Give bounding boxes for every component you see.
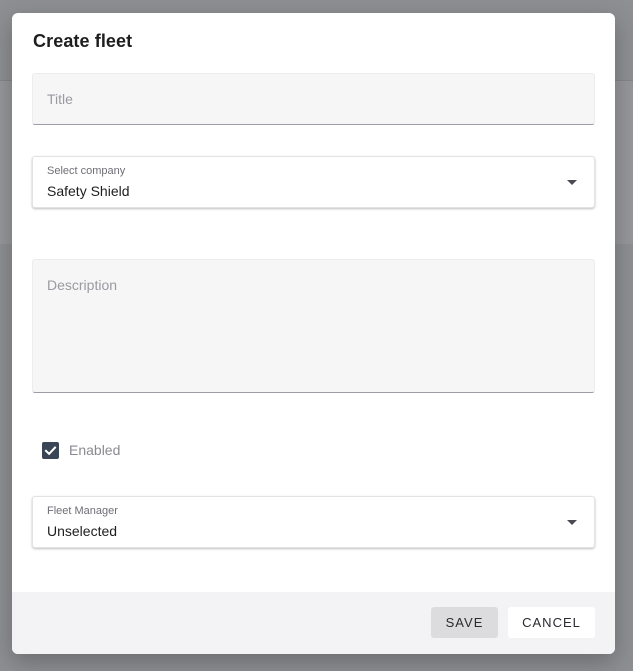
company-select-value: Safety Shield [47,183,130,199]
company-select-label: Select company [47,165,126,177]
title-input[interactable]: Title [32,73,595,125]
dialog-title: Create fleet [33,31,133,51]
company-select[interactable]: Select company Safety Shield [32,156,595,208]
fleet-manager-select[interactable]: Fleet Manager Unselected [32,496,595,548]
caret-down-icon[interactable] [567,520,577,525]
enabled-checkbox[interactable] [42,441,59,459]
title-placeholder: Title [47,91,73,107]
description-textarea[interactable]: Description [32,259,595,393]
caret-down-icon[interactable] [567,180,577,185]
cancel-button[interactable]: CANCEL [508,607,595,638]
fleet-manager-select-value: Unselected [47,523,118,539]
description-placeholder: Description [47,277,118,293]
create-fleet-dialog: Create fleet Title Select company Safety… [12,13,615,654]
fleet-manager-select-label: Fleet Manager [47,505,118,517]
enabled-checkbox-label: Enabled [69,442,121,458]
dialog-footer: SAVE CANCEL [12,592,615,654]
enabled-checkbox-row[interactable]: Enabled [42,441,120,459]
save-button[interactable]: SAVE [431,607,498,638]
checkmark-icon [44,445,57,455]
